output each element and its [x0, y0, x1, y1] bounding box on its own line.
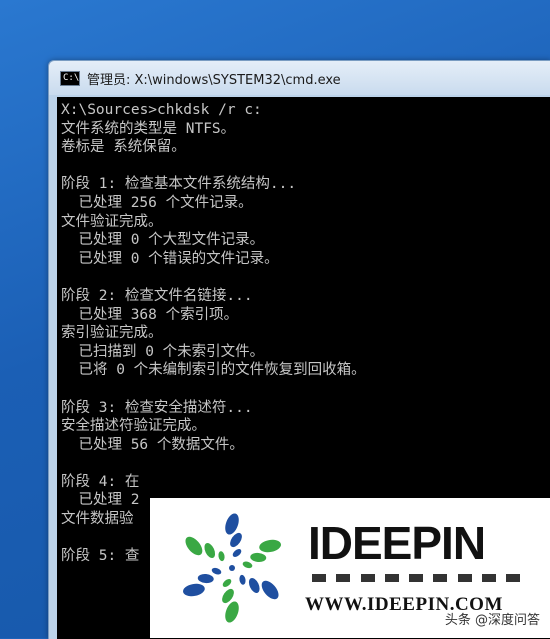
- console-line: 已处理 256 个文件记录。: [61, 194, 253, 211]
- console-line: 文件验证完成。: [61, 213, 163, 230]
- console-line: 已处理 56 个数据文件。: [61, 436, 244, 453]
- console-line: 文件系统的类型是 NTFS。: [61, 120, 236, 137]
- console-line: 卷标是 系统保留。: [61, 139, 186, 156]
- window-title: 管理员: X:\windows\SYSTEM32\cmd.exe: [87, 72, 341, 88]
- cmd-icon-text: C:\: [63, 72, 80, 83]
- console-line: 阶段 3: 检查安全描述符...: [61, 399, 253, 416]
- swirl-logo-icon: [183, 513, 281, 623]
- console-line: 已将 0 个未编制索引的文件恢复到回收箱。: [61, 362, 366, 379]
- console-line: X:\Sources>chkdsk /r c:: [61, 102, 262, 118]
- console-line: 已扫描到 0 个未索引文件。: [61, 343, 265, 360]
- brand-name: IDEEPIN: [308, 517, 486, 569]
- brand-decoration-strip: [312, 572, 520, 584]
- window-titlebar[interactable]: C:\ 管理员: X:\windows\SYSTEM32\cmd.exe: [49, 61, 550, 95]
- console-line: 已处理 0 个大型文件记录。: [61, 232, 265, 249]
- console-line: 已处理 0 个错误的文件记录。: [61, 250, 279, 267]
- console-line: 阶段 2: 检查文件名链接...: [61, 287, 253, 304]
- console-line: 安全描述符验证完成。: [61, 418, 206, 435]
- source-watermark: 头条 @深度问答: [444, 613, 540, 628]
- console-line: 索引验证完成。: [61, 325, 163, 342]
- console-line: 阶段 1: 检查基本文件系统结构...: [61, 176, 297, 193]
- console-line: 已处理 368 个索引项。: [61, 306, 239, 323]
- console-line: 阶段 4: 在: [61, 473, 140, 490]
- ideepin-logo-card: IDEEPIN WWW.IDEEPIN.COM 头条 @深度问答: [150, 498, 550, 638]
- cmd-app-icon[interactable]: C:\: [60, 70, 80, 86]
